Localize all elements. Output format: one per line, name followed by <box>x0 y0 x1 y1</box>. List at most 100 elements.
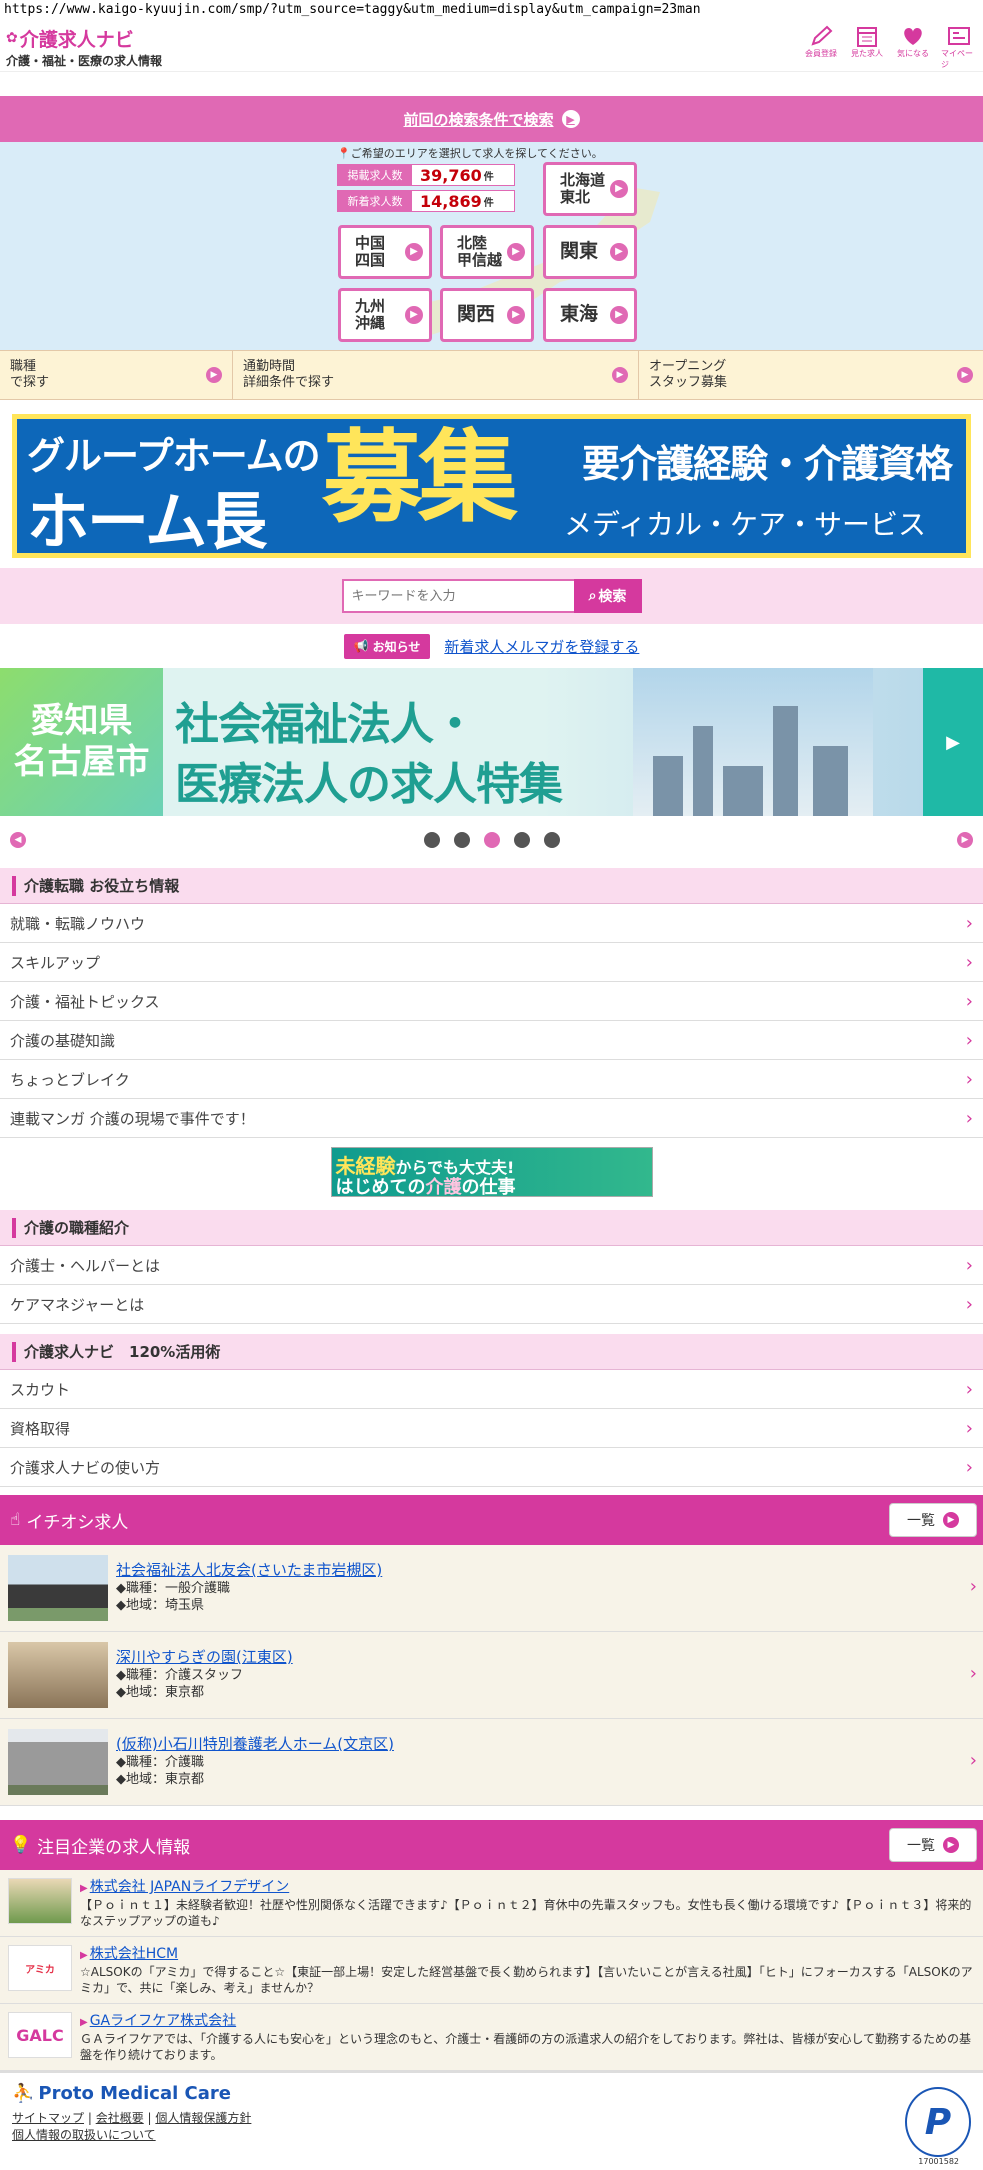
list-item[interactable]: スカウト › <box>0 1370 983 1409</box>
arrow-right-icon: ▶ <box>507 243 525 261</box>
chevron-right-icon: › <box>965 990 973 1012</box>
region-tokai[interactable]: 東海 ▶ <box>543 288 637 342</box>
job-name-link[interactable]: (仮称)小石川特別養護老人ホーム(文京区) <box>116 1735 394 1753</box>
carousel-dot[interactable] <box>513 832 530 848</box>
person-icon: ⛹ <box>12 2083 35 2104</box>
search-button[interactable]: ⌕ 検索 <box>573 579 642 613</box>
carousel-dot[interactable] <box>543 832 560 848</box>
arrow-right-icon: ▶ <box>405 243 423 261</box>
arrow-right-icon: ▶ <box>943 1837 959 1853</box>
viewed-jobs-link[interactable]: 見た求人 <box>849 24 885 70</box>
banner-next-button[interactable]: ▶ <box>923 668 983 816</box>
pointing-hand-icon: ☝ <box>10 1510 21 1530</box>
job-thumbnail <box>8 1555 108 1621</box>
chevron-right-icon: › <box>965 1029 973 1051</box>
map-pin-icon: 📍 <box>337 147 351 160</box>
job-name-link[interactable]: 社会福祉法人北友会(さいたま市岩槻区) <box>116 1561 382 1579</box>
arrow-right-icon: ▶ <box>943 1512 959 1528</box>
list-item[interactable]: スキルアップ › <box>0 943 983 982</box>
arrow-right-icon: ▶ <box>610 306 628 324</box>
region-chugoku-shikoku[interactable]: 中国 四国 ▶ <box>338 225 432 279</box>
region-kyushu-okinawa[interactable]: 九州 沖縄 ▶ <box>338 288 432 342</box>
news-bar: 📢 お知らせ 新着求人メルマガを登録する <box>0 624 983 668</box>
company-row[interactable]: アミカ ▶ 株式会社HCM ☆ALSOKの「アミカ」で得すること☆【東証一部上場！安… <box>0 1937 983 2004</box>
previous-search-button[interactable]: 前回の検索条件で検索 ▶ <box>0 96 983 142</box>
favorites-label: 気になる <box>897 48 929 58</box>
chevron-right-icon: › <box>965 1456 973 1478</box>
job-thumbnail <box>8 1729 108 1795</box>
company-row[interactable]: ▶ 株式会社 JAPANライフデザイン 【Ｐｏｉｎｔ１】未経験者歓迎！社歴や性別関係… <box>0 1870 983 1937</box>
company-name-link[interactable]: 株式会社HCM <box>90 1946 178 1962</box>
map-hint: 📍ご希望のエリアを選択して求人を探してください。 <box>337 147 603 160</box>
carousel-dot[interactable] <box>453 832 470 848</box>
company-name-link[interactable]: 株式会社 JAPANライフデザイン <box>90 1879 290 1895</box>
url-bar[interactable]: https://www.kaigo-kyuujin.com/smp/?utm_s… <box>0 0 983 22</box>
region-kansai[interactable]: 関西 ▶ <box>440 288 534 342</box>
chevron-right-icon: › <box>965 1378 973 1400</box>
list-item[interactable]: ちょっとブレイク › <box>0 1060 983 1099</box>
site-footer: ⛹ Proto Medical Care サイトマップ | 会社概要 | 個人情報… <box>0 2070 983 2170</box>
job-name-link[interactable]: 深川やすらぎの園(江東区) <box>116 1648 293 1666</box>
carousel-dots <box>423 832 560 848</box>
privacy-policy-link[interactable]: 個人情報保護方針 <box>155 2111 251 2125</box>
list-item[interactable]: 就職・転職ノウハウ › <box>0 904 983 943</box>
list-item[interactable]: 介護・福祉トピックス › <box>0 982 983 1021</box>
arrow-right-icon: ▶ <box>957 367 973 383</box>
company-logo: GALC <box>8 2012 72 2058</box>
company-link[interactable]: 会社概要 <box>96 2111 144 2125</box>
lightbulb-icon: 💡 <box>10 1835 32 1855</box>
sitemap-link[interactable]: サイトマップ <box>12 2111 84 2125</box>
feature-banner-body: 社会福祉法人・ 医療法人の求人特集 <box>163 668 923 816</box>
favorites-link[interactable]: 気になる <box>895 24 931 70</box>
arrow-right-icon: ▶ <box>206 367 222 383</box>
site-header: ✿ 介護求人ナビ 介護・福祉・医療の求人情報 会員登録 見た求人 気になる マイペ… <box>0 22 983 72</box>
home-manager-recruit-banner[interactable]: グループホームの ホーム長 募集 要介護経験・介護資格 メディカル・ケア・サービ… <box>12 414 971 558</box>
carousel-next-button[interactable]: ▶ <box>957 832 973 848</box>
carousel-prev-button[interactable]: ◀ <box>10 832 26 848</box>
list-item[interactable]: 資格取得 › <box>0 1409 983 1448</box>
filter-commute-time[interactable]: 通勤時間 詳細条件で探す ▶ <box>233 351 639 399</box>
filter-bar: 職種 で探す ▶ 通勤時間 詳細条件で探す ▶ オープニング スタッフ募集 ▶ <box>0 350 983 400</box>
pickup-jobs-header: ☝ イチオシ求人 一覧 ▶ <box>0 1495 983 1545</box>
list-item[interactable]: 介護求人ナビの使い方 › <box>0 1448 983 1487</box>
heart-icon <box>904 27 922 45</box>
triangle-right-icon: ▶ <box>80 2017 88 2028</box>
site-logo[interactable]: ✿ 介護求人ナビ 介護・福祉・医療の求人情報 <box>6 25 162 69</box>
region-hokkaido-tohoku[interactable]: 北海道 東北 ▶ <box>543 162 637 216</box>
list-item[interactable]: 介護士・ヘルパーとは › <box>0 1246 983 1285</box>
privacy-handling-link[interactable]: 個人情報の取扱いについて <box>12 2128 156 2142</box>
header-icon-nav: 会員登録 見た求人 気になる マイページ <box>803 24 977 70</box>
keyword-search-input[interactable] <box>341 579 574 613</box>
megaphone-icon: 📢 <box>353 639 369 653</box>
filter-job-type[interactable]: 職種 で探す ▶ <box>0 351 233 399</box>
chevron-right-icon: › <box>965 1254 973 1276</box>
privacy-mark-logo: P <box>905 2087 971 2157</box>
job-row[interactable]: 深川やすらぎの園(江東区) ◆職種：介護スタッフ ◆地域：東京都 › <box>0 1632 983 1719</box>
filter-opening-staff[interactable]: オープニング スタッフ募集 ▶ <box>639 351 983 399</box>
nagoya-feature-banner[interactable]: 愛知県 名古屋市 社会福祉法人・ 医療法人の求人特集 ▶ <box>0 668 983 816</box>
carousel-dot[interactable] <box>423 832 440 848</box>
pickup-list-button[interactable]: 一覧 ▶ <box>889 1503 977 1537</box>
region-kanto[interactable]: 関東 ▶ <box>543 225 637 279</box>
featured-list-button[interactable]: 一覧 ▶ <box>889 1828 977 1862</box>
chevron-right-icon: › <box>965 1417 973 1439</box>
register-label: 会員登録 <box>805 48 837 58</box>
list-item[interactable]: 連載マンガ 介護の現場で事件です！ › <box>0 1099 983 1138</box>
job-row[interactable]: (仮称)小石川特別養護老人ホーム(文京区) ◆職種：介護職 ◆地域：東京都 › <box>0 1719 983 1806</box>
chevron-right-icon: › <box>965 1293 973 1315</box>
job-row[interactable]: 社会福祉法人北友会(さいたま市岩槻区) ◆職種：一般介護職 ◆地域：埼玉県 › <box>0 1545 983 1632</box>
company-name-link[interactable]: GAライフケア株式会社 <box>90 2013 236 2029</box>
list-item[interactable]: 介護の基礎知識 › <box>0 1021 983 1060</box>
mypage-link[interactable]: マイページ <box>941 24 977 70</box>
newsletter-signup-link[interactable]: 新着求人メルマガを登録する <box>444 636 639 657</box>
pen-icon <box>811 25 833 46</box>
flower-icon: ✿ <box>6 30 18 46</box>
arrow-right-icon: ▶ <box>405 306 423 324</box>
region-hokuriku-koshinetsu[interactable]: 北陸 甲信越 ▶ <box>440 225 534 279</box>
company-row[interactable]: GALC ▶ GAライフケア株式会社 ＧＡライフケアでは、「介護する人にも安心を」と… <box>0 2004 983 2071</box>
carousel-dot-active[interactable] <box>483 832 500 848</box>
triangle-right-icon: ▶ <box>80 1883 88 1894</box>
list-item[interactable]: ケアマネジャーとは › <box>0 1285 983 1324</box>
beginner-care-job-banner[interactable]: 未経験からでも大丈夫! はじめての介護の仕事 <box>330 1147 653 1198</box>
register-link[interactable]: 会員登録 <box>803 24 839 70</box>
